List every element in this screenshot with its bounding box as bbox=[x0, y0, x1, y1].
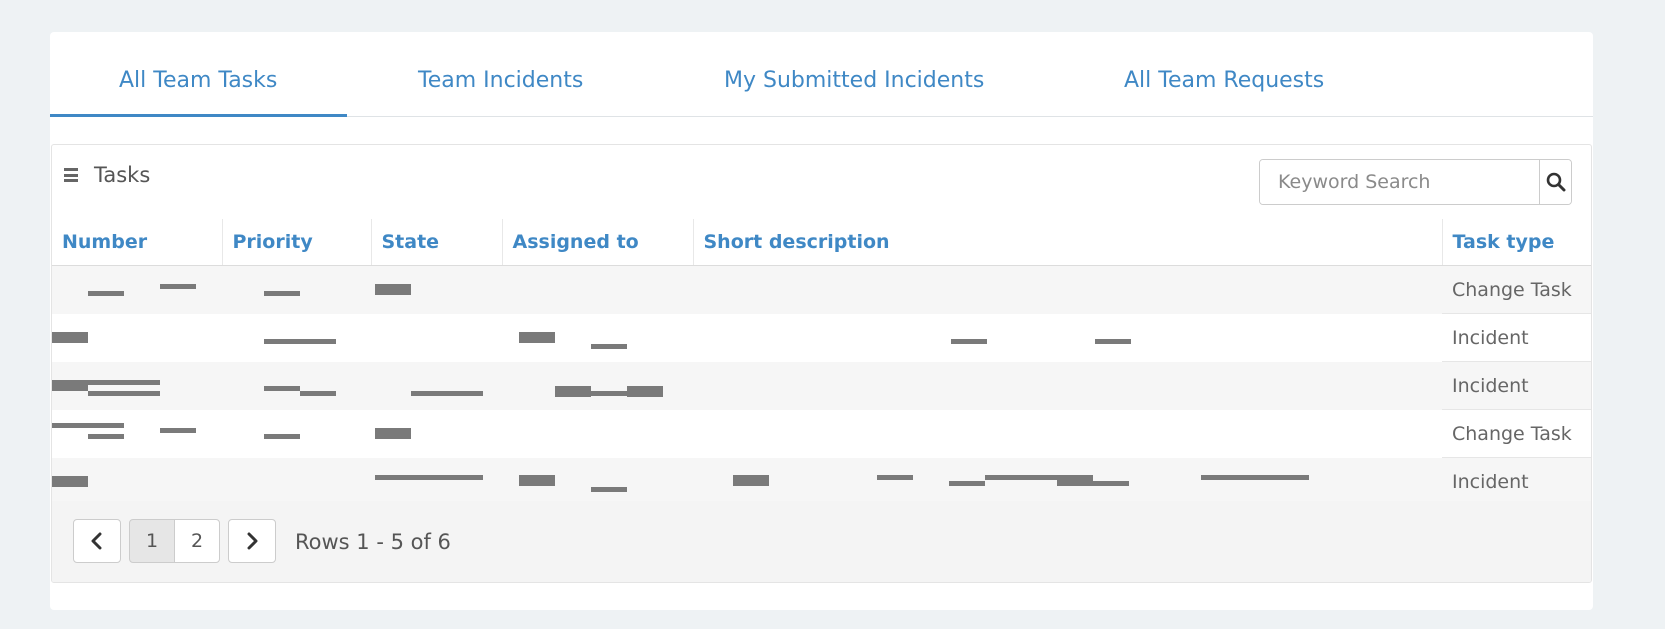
cell-number[interactable] bbox=[52, 314, 222, 362]
cell-task-type: Incident bbox=[1442, 313, 1591, 362]
cell-assigned-to bbox=[502, 410, 693, 458]
search-input[interactable] bbox=[1260, 160, 1539, 204]
tab-bar: All Team Tasks Team Incidents My Submitt… bbox=[49, 32, 1593, 117]
tab-all-team-requests[interactable]: All Team Requests bbox=[1124, 68, 1324, 93]
content-card: All Team Tasks Team Incidents My Submitt… bbox=[49, 32, 1593, 610]
cell-number[interactable] bbox=[52, 457, 222, 506]
cell-short-description bbox=[693, 457, 1442, 506]
table-row[interactable]: Incident bbox=[52, 457, 1591, 506]
column-header-number[interactable]: Number bbox=[52, 219, 223, 266]
cell-state bbox=[371, 314, 502, 362]
column-header-task-type[interactable]: Task type bbox=[1442, 219, 1591, 266]
column-header-state[interactable]: State bbox=[371, 219, 503, 266]
rows-count-label: Rows 1 - 5 of 6 bbox=[295, 530, 451, 554]
cell-short-description bbox=[693, 314, 1442, 362]
keyword-search bbox=[1259, 159, 1572, 205]
table-row[interactable]: Incident bbox=[52, 361, 1591, 410]
cell-priority bbox=[222, 361, 371, 410]
table-header-row: Number Priority State Assigned to Short … bbox=[52, 219, 1591, 266]
panel-title: Tasks bbox=[94, 163, 151, 187]
cell-task-type: Incident bbox=[1442, 361, 1591, 410]
cell-priority bbox=[222, 457, 371, 506]
column-header-assigned-to[interactable]: Assigned to bbox=[502, 219, 694, 266]
cell-priority bbox=[222, 314, 371, 362]
panel-header: Tasks bbox=[64, 163, 150, 187]
cell-state bbox=[371, 361, 502, 410]
tab-all-team-tasks[interactable]: All Team Tasks bbox=[49, 68, 348, 117]
cell-priority bbox=[222, 265, 371, 314]
cell-state bbox=[371, 410, 502, 458]
table-row[interactable]: Change Task bbox=[52, 409, 1591, 458]
chevron-left-icon bbox=[91, 532, 102, 550]
cell-task-type: Change Task bbox=[1442, 409, 1591, 458]
page-1-button[interactable]: 1 bbox=[129, 519, 175, 563]
cell-task-type: Incident bbox=[1442, 457, 1591, 506]
cell-assigned-to bbox=[502, 457, 693, 506]
page-2-button[interactable]: 2 bbox=[174, 519, 220, 563]
cell-assigned-to bbox=[502, 314, 693, 362]
cell-priority bbox=[222, 410, 371, 458]
tab-team-incidents[interactable]: Team Incidents bbox=[418, 68, 583, 93]
cell-number[interactable] bbox=[52, 410, 222, 458]
column-header-priority[interactable]: Priority bbox=[222, 219, 372, 266]
cell-number[interactable] bbox=[52, 265, 222, 314]
cell-state bbox=[371, 457, 502, 506]
table-row[interactable]: Change Task bbox=[52, 265, 1591, 314]
cell-assigned-to bbox=[502, 361, 693, 410]
cell-state bbox=[371, 265, 502, 314]
prev-page-button[interactable] bbox=[73, 519, 121, 563]
tab-my-submitted-incidents[interactable]: My Submitted Incidents bbox=[724, 68, 984, 93]
chevron-right-icon bbox=[247, 532, 258, 550]
tasks-table: Number Priority State Assigned to Short … bbox=[52, 219, 1591, 506]
next-page-button[interactable] bbox=[228, 519, 276, 563]
pagination-footer: 1 2 Rows 1 - 5 of 6 bbox=[52, 501, 1591, 582]
cell-number[interactable] bbox=[52, 361, 222, 410]
cell-short-description bbox=[693, 361, 1442, 410]
cell-short-description bbox=[693, 265, 1442, 314]
cell-short-description bbox=[693, 410, 1442, 458]
search-icon bbox=[1546, 172, 1565, 192]
search-button[interactable] bbox=[1539, 160, 1571, 204]
column-header-short-description[interactable]: Short description bbox=[693, 219, 1443, 266]
list-menu-icon bbox=[64, 168, 78, 182]
tasks-panel: Tasks Number Priority State A bbox=[51, 144, 1592, 583]
cell-task-type: Change Task bbox=[1442, 265, 1591, 314]
table-row[interactable]: Incident bbox=[52, 313, 1591, 362]
cell-assigned-to bbox=[502, 265, 693, 314]
